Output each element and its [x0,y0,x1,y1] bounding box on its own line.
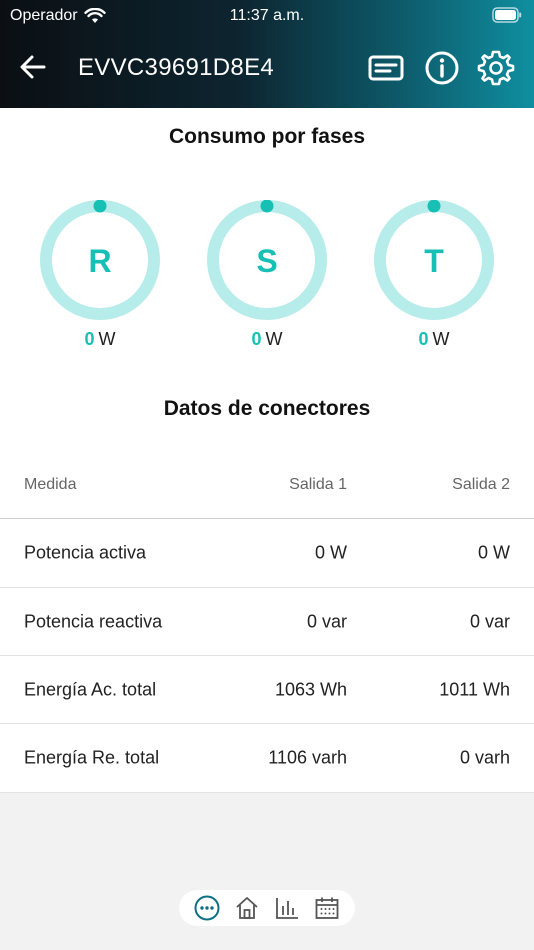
gauge-ring-t: T [374,200,494,320]
status-bar: Operador 11:37 a.m. [0,0,534,32]
connectors-section-title: Datos de conectores [163,397,371,420]
row-output-2: 0 varh [459,747,510,768]
phase-value-unit: W [265,329,283,349]
bottom-navigation [179,890,355,926]
table-row: Energía Ac. total 1063 Wh 1011 Wh [0,656,534,724]
more-icon [194,895,220,921]
back-arrow-icon[interactable] [18,52,48,82]
phase-value-number: 0 [251,329,262,349]
row-label: Energía Re. total [24,747,160,768]
settings-gear-icon[interactable] [476,48,516,88]
row-output-2: 1011 Wh [439,679,510,699]
phase-value-number: 0 [84,329,95,349]
row-output-1: 1106 varh [268,747,347,768]
phase-value-t: 0W [374,329,494,350]
phase-value-number: 0 [418,329,429,349]
phase-gauge-r: R 0W [40,200,160,360]
row-output-2: 0 W [477,542,510,563]
phase-gauge-t: T 0W [374,200,494,360]
phase-label-s: S [256,243,277,279]
gauge-ring-s: S [207,200,327,320]
clock: 11:37 a.m. [229,7,305,24]
nav-home-button[interactable] [233,894,261,922]
table-header-row: Medida Salida 1 Salida 2 [0,452,534,519]
phase-label-r: R [88,243,111,279]
row-output-2: 0 var [469,611,510,631]
phase-value-s: 0W [207,329,327,350]
phase-value-unit: W [98,329,116,349]
header-measure: Medida [24,476,77,493]
phase-label-t: T [424,243,444,279]
header-output-2: Salida 2 [452,476,510,493]
table-row: Potencia reactiva 0 var 0 var [0,588,534,656]
nav-calendar-button[interactable] [313,894,341,922]
chart-icon [276,898,298,919]
row-label: Potencia activa [24,542,147,563]
phases-section-title: Consumo por fases [168,125,366,148]
home-icon [236,897,258,919]
info-icon[interactable] [422,48,462,88]
row-output-1: 0 var [306,611,347,631]
row-output-1: 0 W [314,542,347,563]
row-label: Potencia reactiva [24,611,163,631]
gauge-ring-r: R [40,200,160,320]
app-header: Operador 11:37 a.m. EVVC39691D8E4 [0,0,534,108]
battery-icon [492,7,522,23]
nav-chart-button[interactable] [273,894,301,922]
row-label: Energía Ac. total [24,679,157,699]
header-output-1: Salida 1 [289,476,347,493]
device-id-title: EVVC39691D8E4 [78,54,275,81]
table-row: Energía Re. total 1106 varh 0 varh [0,724,534,793]
table-row: Potencia activa 0 W 0 W [0,519,534,588]
row-output-1: 1063 Wh [274,679,347,699]
message-icon[interactable] [366,48,406,88]
calendar-icon [315,897,339,919]
phase-gauge-s: S 0W [207,200,327,360]
nav-more-button[interactable] [193,894,221,922]
phase-value-r: 0W [40,329,160,350]
app-bar: EVVC39691D8E4 [0,44,534,92]
phase-value-unit: W [432,329,450,349]
